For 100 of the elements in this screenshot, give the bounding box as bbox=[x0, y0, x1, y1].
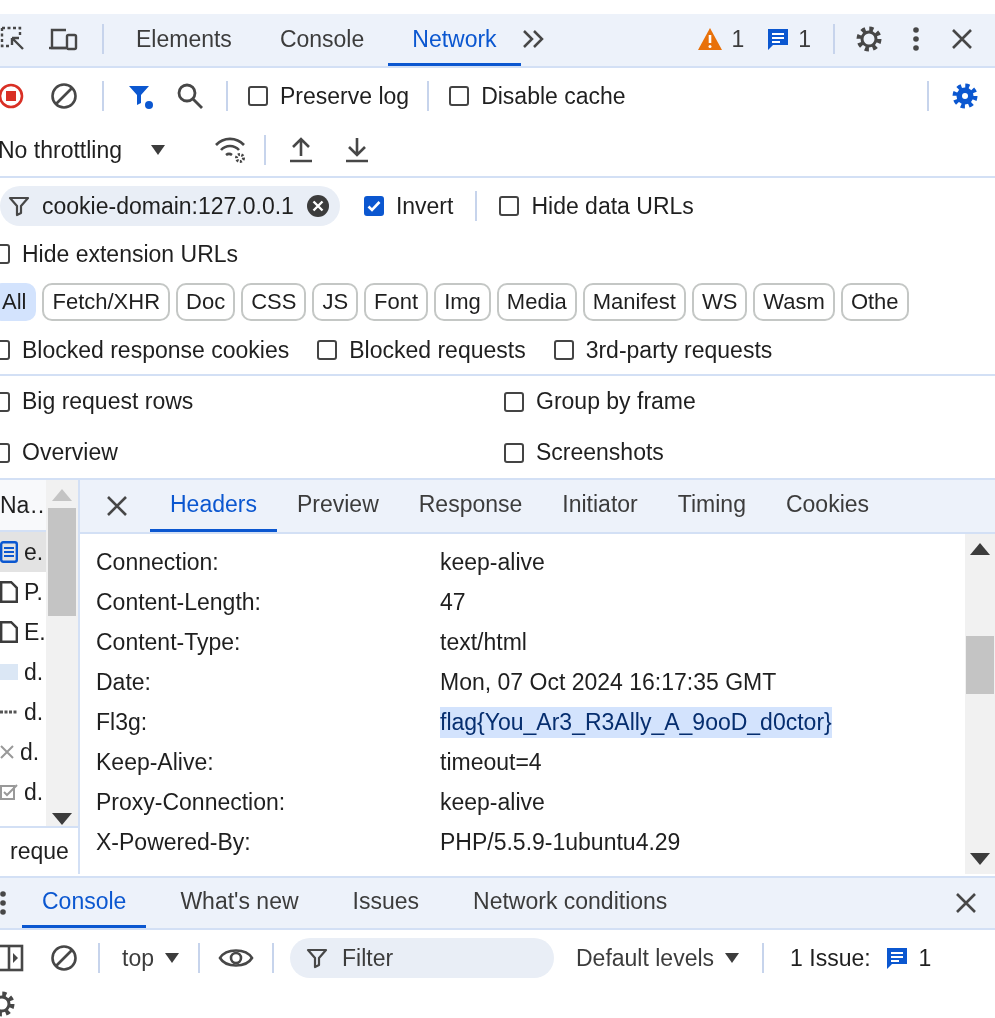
close-icon[interactable] bbox=[951, 28, 973, 50]
checkbox-label: Invert bbox=[395, 192, 454, 220]
filter-icon[interactable] bbox=[8, 195, 30, 217]
scroll-down-icon[interactable] bbox=[51, 812, 73, 826]
close-icon[interactable] bbox=[955, 892, 977, 914]
type-filter[interactable]: Wasm bbox=[753, 283, 835, 321]
scroll-thumb[interactable] bbox=[48, 508, 76, 616]
type-filter[interactable]: Media bbox=[496, 283, 577, 321]
record-icon[interactable] bbox=[0, 83, 24, 109]
more-options-icon[interactable] bbox=[0, 890, 8, 916]
drawer-tab[interactable]: What's new bbox=[160, 878, 319, 928]
checkbox-label: Overview bbox=[22, 439, 118, 466]
request-row[interactable]: d. bbox=[0, 732, 46, 772]
clear-icon[interactable] bbox=[50, 82, 78, 110]
type-filter[interactable]: Othe bbox=[840, 283, 909, 321]
download-icon[interactable] bbox=[344, 136, 370, 164]
document-icon bbox=[0, 541, 18, 563]
detail-tab[interactable]: Cookies bbox=[765, 480, 890, 532]
type-filter[interactable]: Fetch/XHR bbox=[42, 283, 171, 321]
checkbox-label: Screenshots bbox=[536, 439, 664, 466]
type-filter[interactable]: JS bbox=[312, 283, 359, 321]
scroll-thumb[interactable] bbox=[966, 636, 994, 694]
throttling-dropdown[interactable]: No throttling bbox=[0, 136, 166, 164]
upload-icon[interactable] bbox=[288, 136, 314, 164]
clear-icon[interactable] bbox=[50, 944, 78, 972]
settings-icon[interactable] bbox=[855, 25, 883, 53]
checkbox[interactable] bbox=[553, 340, 574, 360]
checkbox-label: Disable cache bbox=[481, 82, 626, 110]
panel-tab[interactable]: Elements bbox=[112, 15, 256, 66]
checkbox[interactable] bbox=[248, 86, 268, 106]
scroll-down-icon[interactable] bbox=[969, 852, 991, 866]
checkbox[interactable] bbox=[449, 86, 470, 106]
header-value: flag{You_Ar3_R3Ally_A_9ooD_d0ctor} bbox=[440, 706, 832, 738]
type-filter[interactable]: CSS bbox=[241, 283, 307, 321]
filter-field[interactable]: Filter bbox=[290, 938, 554, 978]
checkbox[interactable] bbox=[363, 196, 384, 216]
detail-tab[interactable]: Timing bbox=[657, 480, 766, 532]
scroll-up-icon[interactable] bbox=[969, 542, 991, 556]
file-icon bbox=[0, 581, 18, 603]
header-name: Proxy-Connection: bbox=[96, 788, 287, 816]
close-icon[interactable] bbox=[106, 495, 128, 517]
request-row[interactable]: P. bbox=[0, 572, 46, 612]
context-dropdown[interactable]: top bbox=[122, 944, 180, 972]
issues-icon bbox=[884, 946, 909, 970]
detail-tab[interactable]: Preview bbox=[276, 480, 399, 532]
request-row[interactable]: d. bbox=[0, 692, 46, 732]
dash-icon bbox=[0, 710, 18, 714]
more-options-icon[interactable] bbox=[911, 26, 921, 52]
detail-tab[interactable]: Response bbox=[398, 480, 543, 532]
filter-value: cookie-domain:127.0.0.1 bbox=[42, 192, 294, 220]
counter-text: 1 bbox=[798, 25, 811, 53]
request-row[interactable]: d. bbox=[0, 652, 46, 692]
warning-icon bbox=[697, 27, 724, 51]
checkbox-label: Hide data URLs bbox=[531, 192, 694, 220]
levels-dropdown[interactable]: Default levels bbox=[576, 944, 741, 972]
type-filter[interactable]: Font bbox=[364, 283, 429, 321]
caret-icon bbox=[724, 952, 741, 964]
request-row[interactable]: E. bbox=[0, 612, 46, 652]
header-value: Mon, 07 Oct 2024 16:17:35 GMT bbox=[440, 668, 777, 696]
checkbox[interactable] bbox=[317, 340, 338, 360]
detail-tab[interactable]: Headers bbox=[150, 480, 277, 532]
header-value: keep-alive bbox=[440, 788, 545, 816]
drawer-tab[interactable]: Issues bbox=[332, 878, 440, 928]
issues-label: 1 Issue: bbox=[790, 944, 871, 972]
filter-icon[interactable] bbox=[306, 947, 328, 969]
checkbox[interactable] bbox=[504, 391, 524, 412]
request-summary: reque bbox=[10, 837, 69, 865]
panel-tab[interactable]: Console bbox=[255, 15, 389, 66]
sidebar-icon[interactable] bbox=[0, 944, 24, 972]
eye-icon[interactable] bbox=[218, 946, 254, 970]
detail-tab[interactable]: Initiator bbox=[542, 480, 658, 532]
request-row[interactable]: d. bbox=[0, 772, 46, 812]
search-icon[interactable] bbox=[176, 82, 204, 110]
settings-icon[interactable] bbox=[951, 82, 979, 110]
header-value: timeout=4 bbox=[440, 748, 542, 776]
checkbox-label: 3rd-party requests bbox=[585, 336, 773, 364]
scrollbar[interactable] bbox=[965, 534, 995, 874]
filter-field[interactable]: cookie-domain:127.0.0.1 bbox=[0, 186, 340, 226]
scrollbar[interactable] bbox=[46, 480, 78, 826]
type-filter[interactable]: WS bbox=[691, 283, 748, 321]
devices-icon[interactable] bbox=[48, 26, 78, 52]
inspect-icon[interactable] bbox=[0, 26, 26, 52]
type-filter[interactable]: Manifest bbox=[582, 283, 686, 321]
panel-tab[interactable]: Network bbox=[388, 15, 521, 66]
checkbox-label: Big request rows bbox=[22, 388, 194, 415]
header-name: Content-Length: bbox=[96, 588, 262, 616]
checkbox[interactable] bbox=[504, 442, 524, 463]
type-filter[interactable]: Doc bbox=[176, 283, 236, 321]
cross-icon bbox=[0, 745, 14, 759]
checkbox[interactable] bbox=[499, 196, 520, 216]
type-filter[interactable]: All bbox=[0, 283, 37, 321]
counter-text: 1 bbox=[731, 25, 745, 53]
filter-placeholder: Filter bbox=[342, 944, 394, 972]
request-row[interactable]: e. bbox=[0, 532, 46, 572]
checkbox-label: Blocked response cookies bbox=[22, 336, 290, 364]
type-filter[interactable]: Img bbox=[434, 283, 491, 321]
drawer-tab[interactable]: Network conditions bbox=[453, 878, 688, 928]
drawer-tab[interactable]: Console bbox=[22, 878, 147, 928]
clear-filter-icon[interactable] bbox=[305, 194, 330, 218]
header-value: 47 bbox=[440, 588, 466, 616]
